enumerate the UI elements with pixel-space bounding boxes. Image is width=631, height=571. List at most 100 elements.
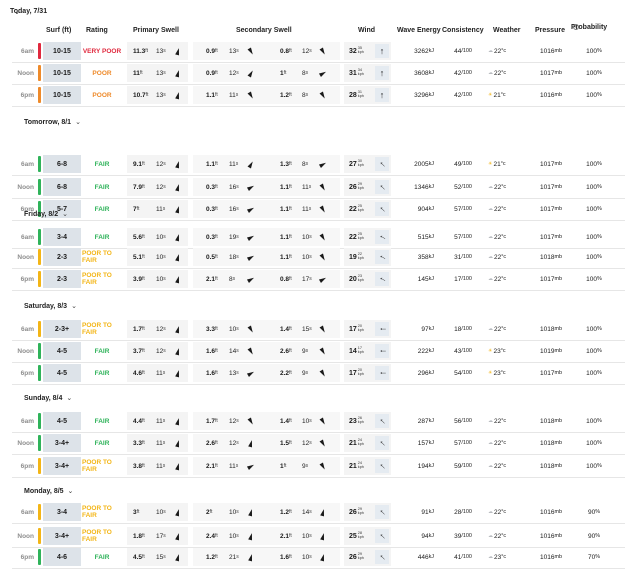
day-title[interactable]: Tomorrow, 8/1 ⌄ (24, 118, 81, 126)
secondary-swell-2-direction (318, 252, 328, 262)
swell-direction-arrow-icon (319, 416, 327, 426)
weather: ☁ 22 °c (488, 525, 528, 547)
secondary-swell-2-height-value: 0.8 (280, 47, 290, 55)
wind-speed: 21 24 kph (349, 455, 373, 477)
unit-s: s (163, 254, 166, 260)
unit-ft: ft (215, 533, 218, 539)
pressure: 1017 mb (534, 362, 568, 384)
weather-temp-value: 23 (493, 369, 501, 377)
wind-speed-value: 32 (349, 47, 357, 55)
secondary-swell-2-period: 11 s (302, 176, 311, 198)
pressure: 1017 mb (534, 226, 568, 248)
forecast-row[interactable]: 6am 10-15 VERY POOR 11.3 ft 13 s 0.9 ft 13 s 0.8 ft 1… (0, 40, 631, 63)
arrow-up-icon: ↑ (379, 90, 385, 100)
secondary-swell-2-height: 1.6 ft (280, 546, 292, 568)
primary-swell-period-value: 11 (156, 439, 163, 447)
secondary-swell-1-period-value: 18 (229, 253, 237, 261)
unit-pct: % (597, 418, 602, 424)
forecast-row[interactable]: 6am 2-3+ POOR TO FAIR 1.7 ft 12 s 3.3 ft 10 s 1.4 ft 1… (0, 318, 631, 341)
secondary-swell-1-direction (246, 90, 256, 100)
arrow-up-icon: ↑ (376, 437, 388, 449)
consistency: 39/100 (446, 525, 480, 547)
unit-s: s (309, 418, 312, 424)
weather: ☁ 22 °c (488, 176, 528, 198)
primary-swell-height: 7.9 ft (133, 176, 145, 198)
secondary-swell-1-direction (246, 531, 256, 541)
day-title[interactable]: Sunday, 8/4 ⌄ (24, 394, 72, 402)
day-title[interactable]: Monday, 8/5 ⌄ (24, 487, 73, 495)
pressure: 1016 mb (534, 501, 568, 523)
secondary-swell-2-period: 10 s (302, 525, 312, 547)
forecast-row[interactable]: 6am 6-8 FAIR 9.1 ft 12 s 1.1 ft 11 s 1.3 ft 8 s 27 30 kph… (0, 153, 631, 176)
secondary-swell-2-height: 1.2 ft (280, 501, 292, 523)
surf-height: 3-4+ (43, 434, 81, 452)
forecast-row[interactable]: Noon 4-5 FAIR 3.7 ft 12 s 1.6 ft 14 s 2.6 ft 9 s 14 17 kp… (0, 340, 631, 363)
weather: ☁ 23 °c (488, 546, 528, 568)
primary-swell-direction (173, 507, 183, 517)
forecast-row[interactable]: 6pm 3-4+ POOR TO FAIR 3.8 ft 11 s 2.1 ft 11 s 1 ft 9 s 2… (0, 455, 631, 478)
secondary-swell-2-direction (318, 531, 328, 541)
rating-color-bar (38, 321, 41, 337)
cloud-icon: ☁ (488, 48, 493, 54)
surf-height: 4-5 (43, 342, 81, 360)
day-title[interactable]: Friday, 8/2 ⌄ (24, 210, 68, 218)
primary-swell-height: 11.3 ft (133, 40, 148, 62)
secondary-swell-2-period-value: 11 (302, 183, 309, 191)
wind-speed-value: 14 (349, 347, 357, 355)
time-label: 6am (20, 160, 34, 168)
unit-per100: /100 (461, 234, 472, 240)
pressure: 1019 mb (534, 340, 568, 362)
secondary-swell-2-height: 1 ft (280, 455, 286, 477)
forecast-row[interactable]: Noon 2-3 POOR TO FAIR 5.1 ft 10 s 0.5 ft 18 s 1.1 ft 1… (0, 246, 631, 269)
unit-deg: °c (501, 554, 507, 560)
secondary-swell-1-height: 2.6 ft (206, 432, 218, 454)
rating-label: FAIR (94, 439, 110, 447)
col-consistency: Consistency (442, 27, 484, 34)
forecast-row[interactable]: 6pm 4-6 FAIR 4.5 ft 15 s 1.2 ft 21 s 1.6 ft 10 s 26 29 kp… (0, 546, 631, 569)
unit-kj: kJ (428, 440, 434, 446)
wave-energy-value: 3262 (414, 47, 429, 55)
forecast-row[interactable]: Noon 3-4+ FAIR 3.3 ft 11 s 2.6 ft 12 s 1.5 ft 12 s 21 24… (0, 432, 631, 455)
info-icon[interactable]: i (573, 24, 579, 30)
wind-speed-value: 26 (349, 508, 357, 516)
forecast-row[interactable]: 6am 3-4 POOR TO FAIR 3 ft 10 s 2 ft 10 s 1.2 ft 14 s 26 2… (0, 501, 631, 524)
day-title[interactable]: Saturday, 8/3 ⌄ (24, 302, 77, 310)
wave-energy: 358 kJ (396, 246, 434, 268)
forecast-row[interactable]: 6am 3-4 FAIR 5.6 ft 10 s 0.3 ft 19 s 1.1 ft 10 s 22 25 kp… (0, 226, 631, 249)
forecast-row[interactable]: 6pm 2-3 POOR TO FAIR 3.9 ft 10 s 2.1 ft 8 s 0.8 ft 17 s… (0, 268, 631, 291)
secondary-swell-1-height-value: 0.3 (206, 205, 216, 213)
wave-energy: 3608 kJ (396, 62, 434, 84)
forecast-row[interactable]: Noon 3-4+ POOR TO FAIR 1.8 ft 17 s 2.4 ft 10 s 2.1 ft… (0, 525, 631, 548)
forecast-row[interactable]: Noon 10-15 POOR 11 ft 13 s 0.9 ft 12 s 1 ft 8 s 31 34 kph… (0, 62, 631, 85)
secondary-swell-2-height-value: 1.1 (280, 233, 290, 241)
forecast-row[interactable]: 6pm 4-5 FAIR 4.6 ft 11 s 1.6 ft 13 s 2.2 ft 9 s 17 20 kph… (0, 362, 631, 385)
unit-deg: °c (501, 276, 507, 282)
unit-s: s (236, 348, 239, 354)
pressure: 1018 mb (534, 318, 568, 340)
unit-kj: kJ (428, 184, 434, 190)
weather: ☁ 22 °c (488, 226, 528, 248)
secondary-swell-2-direction (318, 552, 328, 562)
probability-value: 100 (586, 233, 598, 241)
wave-energy-value: 157 (417, 439, 429, 447)
secondary-swell-2-height: 2.1 ft (280, 525, 292, 547)
time-label: 6pm (20, 275, 34, 283)
forecast-row[interactable]: Noon 6-8 FAIR 7.9 ft 12 s 0.3 ft 16 s 1.1 ft 11 s 26 29 k… (0, 176, 631, 199)
forecast-row[interactable]: 6pm 5-7 FAIR 7 ft 11 s 0.3 ft 16 s 1.1 ft 11 s 22 25 kph ↑… (0, 198, 631, 221)
arrow-up-icon: ↑ (376, 551, 388, 563)
arrow-up-icon: ↑ (376, 506, 388, 518)
secondary-swell-2-period: 10 s (302, 246, 312, 268)
chevron-down-icon: ⌄ (67, 488, 74, 495)
unit-s: s (163, 533, 166, 539)
unit-kj: kJ (428, 276, 434, 282)
primary-swell-height-value: 7.9 (133, 183, 143, 191)
primary-swell-height: 4.5 ft (133, 546, 145, 568)
chevron-down-icon: ⌄ (14, 9, 20, 16)
pressure-value: 1016 (540, 47, 555, 55)
swell-direction-arrow-icon (175, 462, 181, 470)
forecast-row[interactable]: 6pm 10-15 POOR 10.7 ft 13 s 1.1 ft 11 s 1.2 ft 8 s 28 31… (0, 84, 631, 107)
secondary-swell-1-period-value: 10 (229, 325, 237, 333)
forecast-row[interactable]: 6am 4-5 FAIR 4.4 ft 11 s 1.7 ft 12 s 1.4 ft 10 s 23 26 kp… (0, 410, 631, 433)
secondary-swell-1-period: 19 s (229, 226, 239, 248)
primary-swell-direction (173, 90, 183, 100)
